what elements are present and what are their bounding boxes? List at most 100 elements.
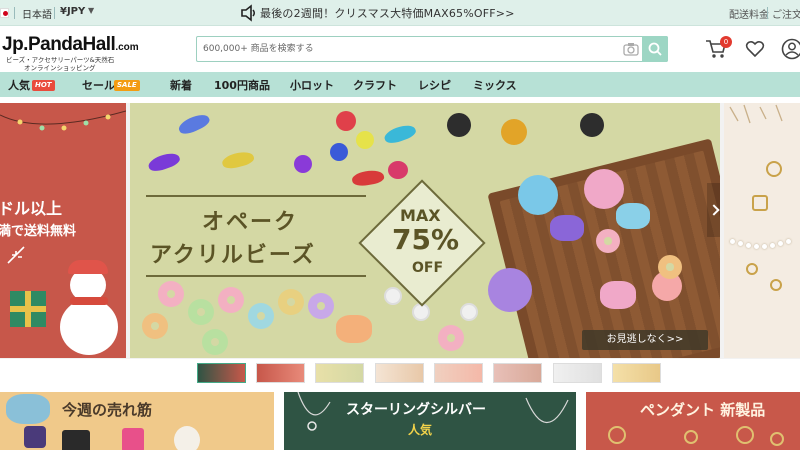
- donut-bead: [248, 303, 274, 329]
- decoration: [174, 426, 200, 450]
- jewelry-banner[interactable]: [724, 103, 800, 358]
- decoration: [24, 426, 46, 448]
- donut-bead: [142, 313, 168, 339]
- donut-bead: [278, 289, 304, 315]
- speaker-icon: [241, 4, 255, 22]
- bead: [294, 155, 312, 173]
- ribbon-line: [146, 195, 366, 197]
- divider: [767, 7, 768, 19]
- weekly-bestsellers-card[interactable]: 今週の売れ筋: [0, 392, 274, 450]
- currency-selector[interactable]: ¥JPY: [60, 6, 85, 17]
- carousel-thumb-5[interactable]: [434, 363, 483, 383]
- heart-icon[interactable]: [745, 39, 765, 59]
- search-input[interactable]: [197, 37, 617, 61]
- carousel-thumb-3[interactable]: [315, 363, 364, 383]
- carousel-thumb-2[interactable]: [256, 363, 305, 383]
- bead: [447, 113, 471, 137]
- pendant-charm: [736, 426, 754, 444]
- bow-bead: [550, 215, 584, 241]
- pendant-charm: [770, 432, 784, 446]
- flower-bead: [488, 268, 532, 312]
- carousel-next-arrow[interactable]: [707, 183, 720, 237]
- promo-line-2: 満で送料無料: [0, 224, 77, 239]
- charm: [746, 263, 758, 275]
- flower-bead: [584, 169, 624, 209]
- nav-item-craft[interactable]: クラフト: [353, 77, 397, 93]
- dolphin-bead: [176, 110, 212, 138]
- nav-item-small-lot[interactable]: 小ロット: [290, 77, 334, 93]
- language-selector[interactable]: 日本語: [22, 6, 52, 21]
- donut-bead: [438, 325, 464, 351]
- sterling-silver-card[interactable]: スターリングシルバー 人気: [284, 392, 576, 450]
- see-more-button[interactable]: お見逃しなく>>: [582, 330, 708, 350]
- free-shipping-banner[interactable]: ドル以上 満で送料無料: [0, 103, 126, 358]
- decoration: [6, 394, 50, 424]
- chain-icon: [525, 397, 569, 424]
- nav-item-recipe[interactable]: レシピ: [418, 77, 451, 93]
- donut-bead: [308, 293, 334, 319]
- dolphin-bead: [146, 149, 182, 175]
- donut-bead: [218, 287, 244, 313]
- donut-bead: [188, 299, 214, 325]
- order-guide-link[interactable]: ご注文: [772, 6, 800, 21]
- banner-title-line-1: オペーク: [202, 210, 299, 235]
- snowman-scarf: [70, 297, 108, 305]
- card-title: ペンダント 新製品: [640, 401, 766, 419]
- string-lights-icon: [0, 110, 126, 131]
- donut-bead: [596, 229, 620, 253]
- dolphin-bead: [382, 121, 418, 147]
- banner-title-line-2: アクリルビーズ: [150, 243, 316, 268]
- bead: [580, 113, 604, 137]
- flower-bead: [518, 175, 558, 215]
- bead: [356, 131, 374, 149]
- dolphin-bead: [351, 168, 385, 188]
- donut-bead: [158, 281, 184, 307]
- nav-item-popular[interactable]: 人気: [8, 77, 30, 93]
- logo-tagline-2: オンラインショッピング: [24, 64, 96, 72]
- search-bar: [196, 36, 668, 62]
- charm: [770, 279, 782, 291]
- search-icon: [648, 42, 662, 56]
- site-logo[interactable]: Jp.PandaHall.com ビーズ・アクセサリーパーツ&天然石 オンライン…: [0, 34, 140, 72]
- user-account-icon[interactable]: [781, 38, 800, 60]
- divider: [14, 7, 15, 19]
- pendant-charm: [608, 426, 626, 444]
- nav-item-sale[interactable]: セール: [82, 77, 115, 93]
- gift-box-icon: [10, 291, 46, 327]
- letter-bead: [384, 287, 402, 305]
- nav-item-mix[interactable]: ミックス: [473, 77, 517, 93]
- carousel-thumb-6[interactable]: [493, 363, 542, 383]
- card-title: スターリングシルバー: [346, 402, 486, 418]
- dolphin-bead: [220, 149, 256, 171]
- main-banner[interactable]: オペーク アクリルビーズ MAX 75% OFF お見逃しなく>>: [130, 103, 720, 358]
- shipping-fee-link[interactable]: 配送料金: [729, 6, 769, 21]
- search-button[interactable]: [642, 36, 668, 62]
- announcement-link[interactable]: 最後の2週間！クリスマス大特価MAX65%OFF>>: [260, 5, 515, 21]
- carousel-thumb-4[interactable]: [375, 363, 424, 383]
- bow-bead: [600, 281, 636, 309]
- pendant-new-arrivals-card[interactable]: ペンダント 新製品: [586, 392, 800, 450]
- necklace-icon: [297, 392, 331, 431]
- snowman-body: [60, 299, 118, 355]
- promo-line-1: ドル以上: [0, 199, 63, 218]
- divider: [54, 7, 55, 19]
- bow-bead: [616, 203, 650, 229]
- popular-label: 人気: [408, 423, 433, 437]
- donut-bead: [658, 255, 682, 279]
- bead: [330, 143, 348, 161]
- discount-off-label: OFF: [412, 260, 444, 276]
- card-title: 今週の売れ筋: [62, 401, 153, 419]
- category-nav: 人気 HOT セール SALE 新着 100円商品 小ロット クラフト レシピ …: [0, 72, 800, 97]
- nav-item-100yen[interactable]: 100円商品: [214, 77, 270, 93]
- carousel-thumb-8[interactable]: [612, 363, 661, 383]
- caret-down-icon[interactable]: ▼: [88, 6, 94, 15]
- japan-flag-icon[interactable]: [0, 8, 9, 18]
- carousel-thumb-1[interactable]: [197, 363, 246, 383]
- nav-item-new[interactable]: 新着: [170, 77, 192, 93]
- hot-badge: HOT: [32, 80, 55, 91]
- bead: [388, 161, 408, 179]
- carousel-thumb-7[interactable]: [553, 363, 602, 383]
- cart-count-badge: 0: [720, 36, 732, 48]
- camera-icon[interactable]: [623, 42, 639, 56]
- bow-bead: [336, 315, 372, 343]
